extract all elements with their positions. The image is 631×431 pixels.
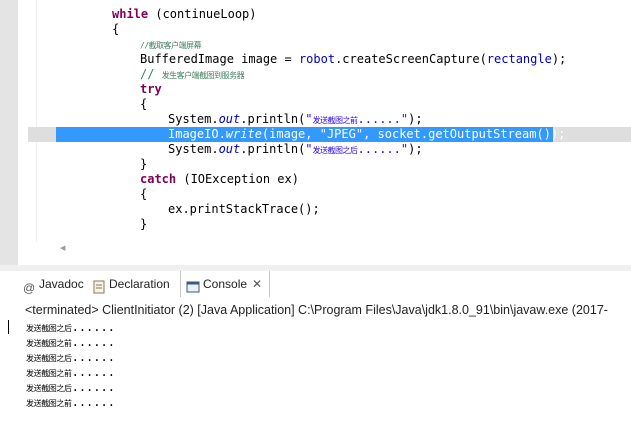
declaration-icon	[92, 277, 106, 294]
editor-left-margin	[0, 0, 18, 265]
code-line[interactable]: {	[140, 187, 147, 202]
console-status-line: <terminated> ClientInitiator (2) [Java A…	[25, 303, 608, 317]
console-output-text: 发送截图之前	[26, 339, 72, 348]
bottom-panel-tabbar: @ Javadoc Declaration Console ✕	[18, 271, 631, 298]
console-output-text: 发送截图之前	[26, 369, 72, 378]
tab-javadoc-label: Javadoc	[39, 277, 84, 291]
code-token: {	[140, 187, 148, 201]
console-output-text: 发送截图之前	[26, 399, 72, 408]
code-token: , socket.getOutputStream());	[363, 127, 566, 141]
console-output-dots: ......	[71, 335, 115, 349]
code-token: .createScreenCapture(	[335, 52, 487, 66]
tab-declaration[interactable]: Declaration	[92, 271, 170, 297]
code-editor[interactable]: while (continueLoop){//截取客户端屏幕 BufferedIm…	[0, 0, 631, 265]
at-icon: @	[22, 277, 36, 295]
code-line[interactable]: {	[140, 97, 147, 112]
code-line[interactable]: BufferedImage image = robot.createScreen…	[140, 52, 566, 67]
code-token: .println(	[240, 142, 306, 156]
code-token: //截取客户端屏幕	[140, 41, 202, 50]
editor-gutter	[18, 0, 23, 242]
console-output-dots: ......	[71, 320, 115, 334]
console-output-line: 发送截图之前......	[26, 365, 115, 380]
code-token: 发送截图之前	[312, 116, 359, 125]
tab-declaration-label: Declaration	[109, 277, 170, 291]
code-token: robot	[298, 52, 336, 66]
code-token: out	[218, 112, 241, 126]
code-token: (continueLoop)	[148, 7, 257, 21]
code-line[interactable]: System.out.println("发送截图之前......");	[168, 112, 423, 127]
code-token: while	[112, 7, 149, 21]
code-token: "	[305, 142, 313, 156]
code-line[interactable]: ex.printStackTrace();	[168, 202, 320, 217]
code-token: ......"	[357, 142, 409, 156]
text-cursor	[8, 320, 9, 334]
close-icon[interactable]: ✕	[252, 277, 262, 291]
console-output-dots: ......	[71, 365, 115, 379]
editor-horizontal-scrollbar[interactable]: ◀	[56, 242, 631, 256]
console-output-dots: ......	[71, 380, 115, 394]
console-output-text: 发送截图之后	[26, 354, 72, 363]
code-token: ex.printStackTrace();	[168, 202, 320, 216]
code-token: ImageIO.	[168, 127, 226, 141]
code-line[interactable]: while (continueLoop)	[112, 7, 257, 22]
console-output-text: 发送截图之后	[26, 324, 72, 333]
console-output-line: 发送截图之前......	[26, 335, 115, 350]
code-line[interactable]: {	[112, 22, 119, 37]
console-output-dots: ......	[71, 350, 115, 364]
code-token: System.	[168, 112, 219, 126]
console-output-dots: ......	[71, 395, 115, 409]
code-line[interactable]: ImageIO.write(image, "JPEG", socket.getO…	[168, 127, 565, 142]
code-token: try	[140, 82, 162, 96]
code-line[interactable]: System.out.println("发送截图之后......");	[168, 142, 423, 157]
code-token: (IOException ex)	[176, 172, 299, 186]
code-line[interactable]: //截取客户端屏幕	[140, 37, 202, 52]
console-output-text: 发送截图之后	[26, 384, 72, 393]
code-token: 发送截图之后	[312, 146, 359, 155]
code-token: "JPEG"	[319, 127, 364, 141]
code-token: //	[140, 67, 162, 81]
console-view[interactable]: <terminated> ClientInitiator (2) [Java A…	[18, 297, 631, 431]
console-output-line: 发送截图之后......	[26, 320, 115, 335]
code-token: );	[551, 52, 567, 66]
code-token: 发生客户端截图到服务器	[161, 71, 245, 80]
code-token: }	[140, 157, 148, 171]
code-line[interactable]: catch (IOException ex)	[140, 172, 299, 187]
code-token: write	[225, 127, 262, 141]
code-token: {	[112, 22, 120, 36]
code-token: out	[218, 142, 241, 156]
code-token: );	[408, 142, 423, 156]
code-token: (image,	[261, 127, 320, 141]
console-output-line: 发送截图之前......	[26, 395, 115, 410]
code-token: );	[408, 112, 423, 126]
code-line[interactable]: }	[140, 217, 147, 232]
code-token: catch	[140, 172, 177, 186]
code-token: "	[305, 112, 313, 126]
tab-javadoc[interactable]: @ Javadoc	[22, 271, 84, 297]
code-token: rectangle	[486, 52, 552, 66]
code-line[interactable]: try	[140, 82, 162, 97]
svg-text:@: @	[23, 281, 35, 294]
scroll-left-icon[interactable]: ◀	[60, 244, 65, 252]
tab-console-label: Console	[203, 277, 248, 291]
code-token: .println(	[240, 112, 306, 126]
code-token: ......"	[357, 112, 409, 126]
code-line[interactable]: // 发生客户端截图到服务器	[140, 67, 245, 82]
code-line[interactable]: }	[140, 157, 147, 172]
console-output-line: 发送截图之后......	[26, 350, 115, 365]
console-icon	[186, 277, 200, 293]
console-output-line: 发送截图之后......	[26, 380, 115, 395]
editor-ruler	[36, 0, 37, 242]
code-token: {	[140, 97, 148, 111]
tab-console[interactable]: Console ✕	[180, 271, 271, 297]
code-token: System.	[168, 142, 219, 156]
code-token: }	[140, 217, 148, 231]
code-token: BufferedImage image =	[140, 52, 299, 66]
